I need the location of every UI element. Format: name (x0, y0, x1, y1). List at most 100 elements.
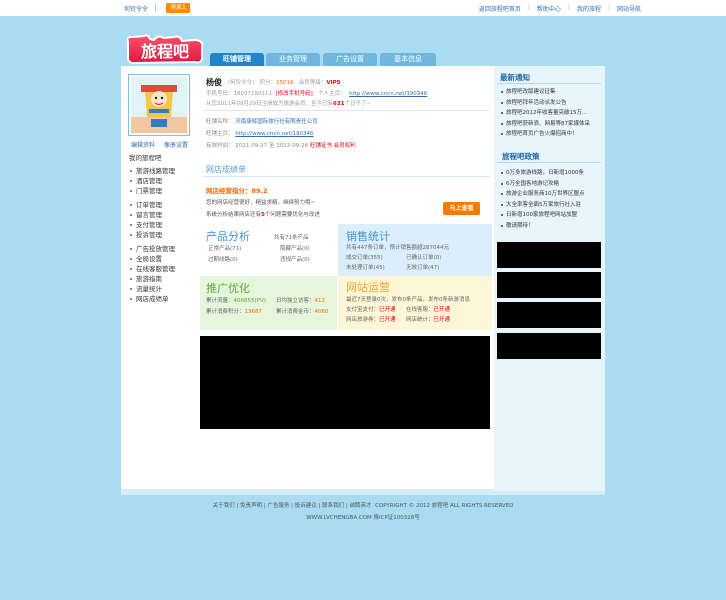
news-item[interactable]: 旅程吧获新浪、网易等87家媒体采 (500, 119, 590, 130)
username-link[interactable]: 何铃令令 (124, 4, 148, 13)
divider (204, 176, 490, 177)
user-points: 15016 (276, 80, 294, 86)
product-analysis-panel: 产品分析 共有71条产品 正常产品(71) 隐藏产品(0) 过期线路(0) 违规… (200, 224, 337, 278)
shop-certificate-link[interactable]: 旺铺证书 (310, 143, 332, 149)
tab-ad-settings[interactable]: 广告设置 (323, 53, 377, 66)
shop-score-desc: 您的网店经营很好，精益求精，继续努力哦~ (206, 200, 316, 206)
news-title: 最新通知 (500, 73, 530, 82)
divider (497, 83, 601, 84)
user-account: (何铃令令) (228, 80, 255, 86)
shop-info: 旺铺名称： 河南康辉国际旅行社有限责任公司 旺铺主页： http://www.c… (206, 119, 356, 149)
view-now-button[interactable]: 马上查看 (443, 202, 480, 215)
personal-homepage-link[interactable]: http://www.cncn.net/190346 (349, 91, 427, 97)
policy-item[interactable]: 大全率客全面5万家旅行社入驻 (500, 200, 585, 211)
user-contact: 手机号码：18037180111 [修改手机号码] 个人主页： http://w… (206, 91, 428, 97)
invalid-orders-link[interactable]: 无效订单(47) (406, 263, 439, 271)
online-service-status: 在线客服：已开通 (406, 307, 451, 313)
copyright: COPYRIGHT © 2012 旅程吧 ALL RIGHTS RESERVED (375, 503, 514, 509)
tab-basic-info[interactable]: 基本信息 (380, 53, 436, 66)
operations-summary: 最近7天登录0次，发布0条产品，发布0条新游消息 (346, 297, 470, 303)
sidebar-item-ticket-management[interactable]: 门票管理 (129, 186, 175, 196)
footer-link-ads[interactable]: 广告服务 (267, 503, 289, 509)
policy-item[interactable]: 0万多旅游线路，日新增1000条 (500, 168, 585, 179)
policy-list: 0万多旅游线路，日新增1000条 6万全国各地游记攻略 旅游企业服务商10万世界… (500, 168, 585, 231)
sidebar-item-message-management[interactable]: 留言管理 (129, 210, 175, 220)
user-level: VIP5 (326, 80, 341, 86)
right-ad-slot[interactable] (497, 333, 601, 359)
member-rights-link[interactable]: 会员权利 (334, 143, 356, 149)
violation-products-link[interactable]: 违规产品(0) (280, 255, 310, 263)
top-link-mytrip[interactable]: 我的旅程 (577, 4, 601, 13)
site-operations-panel: 网站运营 最近7天登录0次，发布0条产品，发布0条新游消息 支付宝支付：已开通 … (338, 276, 492, 330)
news-item[interactable]: 旅程吧拜年活动派发公告 (500, 98, 590, 109)
sidebar-item-global-settings[interactable]: 全局设置 (129, 254, 175, 264)
policy-item[interactable]: 旅游企业服务商10万世界区盟点 (500, 189, 585, 200)
svg-text:旅程吧: 旅程吧 (141, 42, 189, 61)
footer-link-feedback[interactable]: 投诉建议 (295, 503, 317, 509)
sidebar-item-hotel-management[interactable]: 酒店管理 (129, 176, 175, 186)
icp-license: WWW.LVCHENGBA.COM 豫ICP证100328号 (306, 515, 420, 521)
tab-business-management[interactable]: 业务管理 (266, 53, 320, 66)
top-link-home[interactable]: 返回旅程吧首页 (479, 4, 521, 13)
news-item[interactable]: 旅程吧2012年收客量突破15万… (500, 108, 590, 119)
hidden-products-link[interactable]: 隐藏产品(0) (280, 244, 310, 252)
completed-orders-link[interactable]: 成交订单(355) (346, 253, 383, 261)
user-name: 杨俊 (206, 78, 222, 87)
policy-item[interactable]: 日新增100家旅程吧网站加盟 (500, 210, 585, 221)
promotion-panel: 推广优化 累计流量：406855(PV) 日均独立访客：412 累计消费积分：1… (200, 276, 337, 330)
divider (497, 162, 601, 163)
right-ad-slot[interactable] (497, 302, 601, 328)
sidebar-item-payment-management[interactable]: 支付管理 (129, 220, 175, 230)
shop-stats-status: 网店统计：已开通 (406, 317, 451, 323)
site-logo[interactable]: 旅程吧 (124, 32, 206, 66)
top-link-sitemap[interactable]: 网站导航 (617, 4, 641, 13)
footer-links: 关于我们 | 免责声明 | 广告服务 | 投诉建议 | 联系我们 | 诚聘英才 … (212, 503, 514, 509)
shop-homepage-link[interactable]: http://www.cncn.net/190346 (235, 131, 313, 137)
message-badge[interactable]: 消息1 (166, 3, 190, 13)
news-item[interactable]: 旅程吧改版建议征集 (500, 87, 590, 98)
registration-info: 从您2011年09月29日注册成为旅游会员，至今已有631个日子了~ (206, 101, 372, 107)
footer-link-disclaimer[interactable]: 免责声明 (240, 503, 262, 509)
news-list: 旅程吧改版建议征集 旅程吧拜年活动派发公告 旅程吧2012年收客量突破15万… … (500, 87, 590, 140)
sales-stats-panel: 销售统计 共有447条订单，预计销售额超287044元 成交订单(355) 已确… (338, 224, 492, 278)
policy-item[interactable]: 6万全国各地游记攻略 (500, 179, 585, 190)
site-operations-title: 网站运营 (346, 281, 390, 294)
top-nav-links: 返回旅程吧首页 | 帮助中心 | 我的旅程 | 网站导航 (478, 4, 641, 13)
news-item[interactable]: 旅程吧首页广告火爆招商中！ (500, 129, 590, 140)
sidebar-item-travel-guide[interactable]: 旅游指南 (129, 274, 175, 284)
sidebar-item-online-service[interactable]: 在线客服管理 (129, 264, 175, 274)
right-ad-slot[interactable] (497, 272, 601, 298)
shop-issues-desc: 系统分析结果网店还有5个问题需要优化与改进 (206, 212, 320, 218)
sidebar-item-route-management[interactable]: 旅游线路管理 (129, 166, 175, 176)
expired-routes-link[interactable]: 过期线路(0) (208, 255, 238, 263)
profile-links: 编辑资料 像册设置 (131, 140, 188, 149)
normal-products-link[interactable]: 正常产品(71) (208, 244, 241, 252)
change-phone-link[interactable]: [修改手机号码] (276, 91, 313, 97)
footer-link-contact[interactable]: 联系我们 (322, 503, 344, 509)
sidebar-item-shop-report[interactable]: 网店成绩单 (129, 294, 175, 304)
top-link-help[interactable]: 帮助中心 (537, 4, 561, 13)
sidebar-item-ad-management[interactable]: 广告投放管理 (129, 244, 175, 254)
avatar[interactable] (128, 74, 190, 136)
product-analysis-title: 产品分析 (206, 230, 250, 243)
edit-profile-link[interactable]: 编辑资料 (131, 140, 155, 149)
policy-item[interactable]: 敬请期待！ (500, 221, 585, 232)
tab-shop-management[interactable]: 旺铺管理 (210, 53, 264, 66)
footer-link-jobs[interactable]: 诚聘英才 (350, 503, 372, 509)
sidebar-item-complaint-management[interactable]: 投诉管理 (129, 230, 175, 240)
tour-voucher-status: 网店旅游券：已开通 (346, 317, 396, 323)
divider (204, 110, 490, 111)
footer-link-about[interactable]: 关于我们 (213, 503, 235, 509)
media-placeholder (200, 336, 490, 429)
sidebar-item-traffic-stats[interactable]: 流量统计 (129, 284, 175, 294)
avatar-settings-link[interactable]: 像册设置 (164, 140, 188, 149)
right-ad-slot[interactable] (497, 242, 601, 268)
sales-stats-title: 销售统计 (346, 230, 390, 243)
daily-visitors: 日均独立访客：412 (276, 298, 326, 304)
unprocessed-orders-link[interactable]: 未处理订单(45) (346, 263, 385, 271)
user-phone: 18037180111 (233, 91, 273, 97)
sidebar-heading: 我的旅程吧 (129, 154, 162, 162)
cumulative-points: 累计消费积分：13687 (206, 309, 263, 315)
confirmed-orders-link[interactable]: 已确认订单(0) (406, 253, 441, 261)
sidebar-item-order-management[interactable]: 订单管理 (129, 200, 175, 210)
